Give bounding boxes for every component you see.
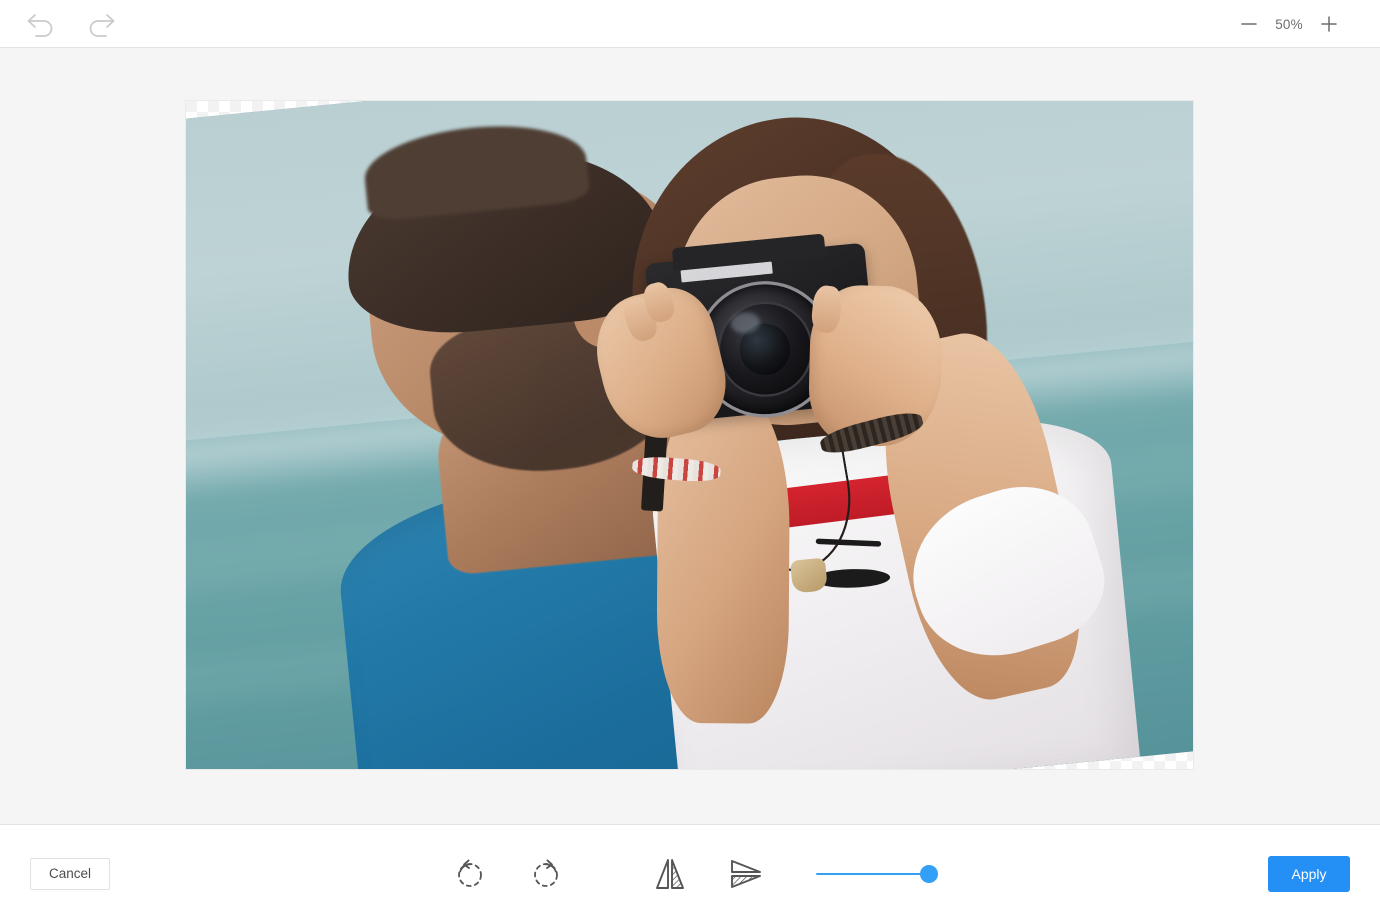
zoom-controls: 50% [1232,0,1346,48]
straighten-slider[interactable] [816,864,938,884]
undo-icon [27,13,53,37]
cancel-button[interactable]: Cancel [30,857,110,890]
flip-vertical-button[interactable] [720,848,772,900]
transform-tools [0,848,1380,900]
minus-icon [1241,23,1257,25]
undo-button[interactable] [22,7,60,41]
flip-horizontal-icon [656,858,684,889]
image-editor-window: 50% Cancel Apply [0,0,1380,922]
rotate-right-button[interactable] [520,848,572,900]
slider-track [816,872,936,875]
slider-thumb[interactable] [920,864,938,883]
history-controls [0,7,120,41]
editor-header: 50% [0,0,1380,48]
woman-left-arm [656,388,791,724]
editor-footer-toolbar: Cancel Apply [0,824,1380,922]
zoom-in-button[interactable] [1312,7,1346,41]
camera-lens-mid [713,297,817,402]
apply-button[interactable]: Apply [1268,855,1350,892]
redo-icon [89,13,115,37]
rotate-left-icon [458,859,482,887]
flip-vertical-icon [731,859,761,888]
rotate-right-icon [534,859,558,887]
photo-content [186,101,1193,769]
rotate-left-button[interactable] [444,848,496,900]
zoom-level-value: 50% [1275,16,1303,32]
editor-canvas-stage[interactable] [0,48,1380,824]
flip-horizontal-button[interactable] [644,848,696,900]
redo-button[interactable] [82,7,120,41]
rotated-image-container[interactable] [186,101,1193,769]
plus-icon [1321,16,1337,32]
transparency-checkerboard[interactable] [186,101,1193,769]
zoom-out-button[interactable] [1232,7,1266,41]
